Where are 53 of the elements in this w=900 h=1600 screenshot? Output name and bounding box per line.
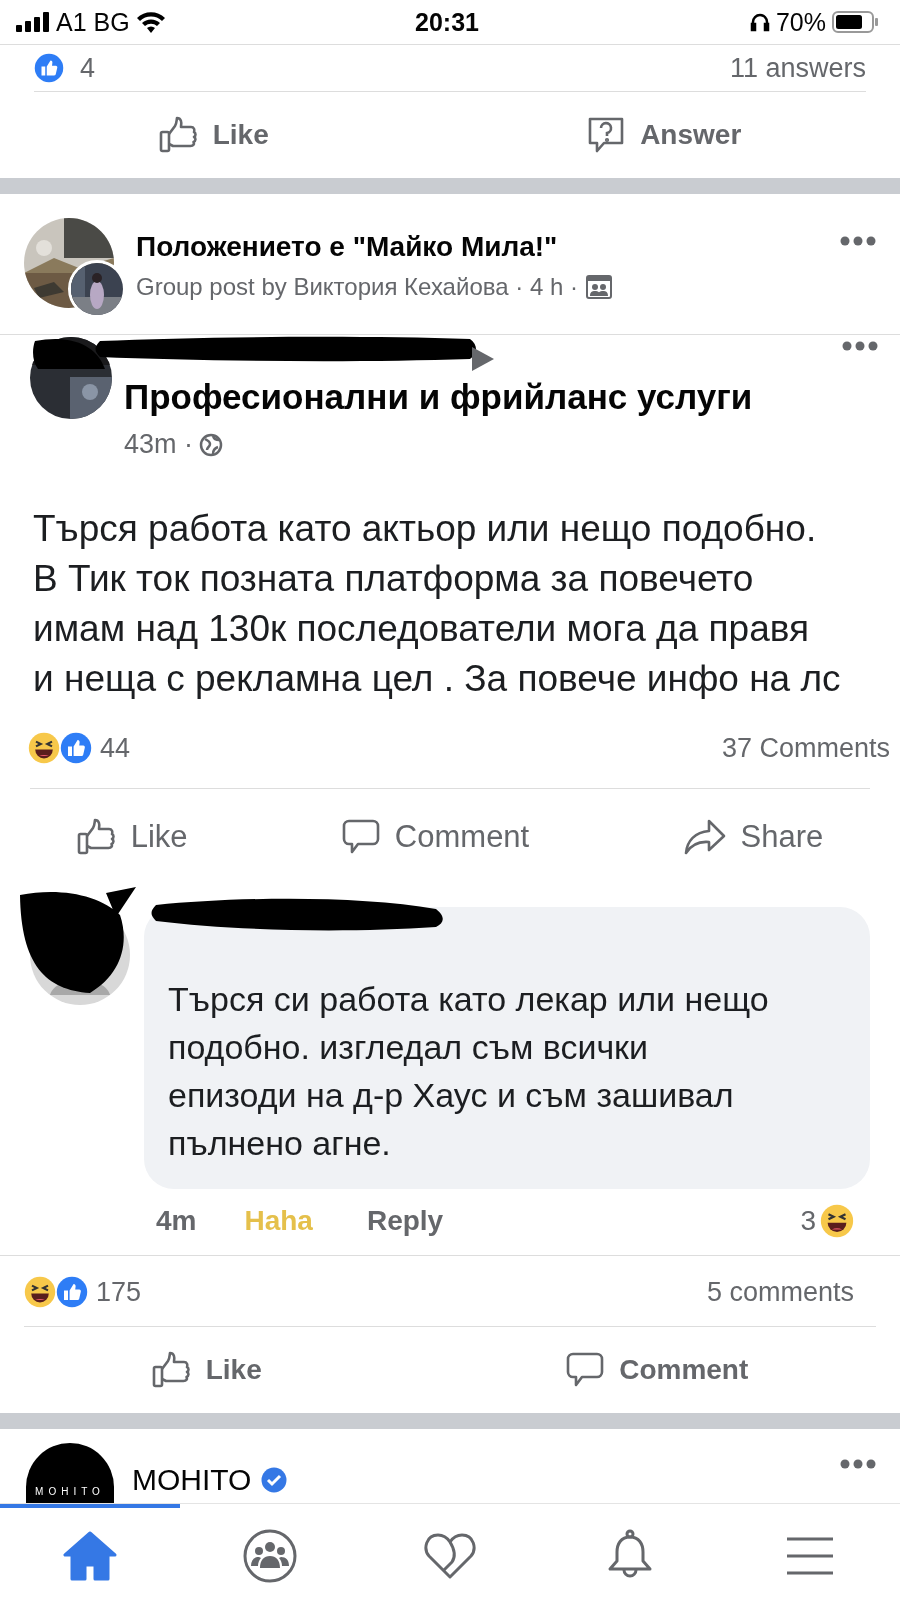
like-button[interactable]: Like xyxy=(70,814,194,860)
home-icon xyxy=(63,1531,117,1581)
like-button[interactable]: Like xyxy=(145,1347,268,1393)
answer-button[interactable]: Answer xyxy=(580,111,748,159)
group-name[interactable]: Положението е "Майко Мила!" xyxy=(136,231,612,263)
page-logo: MOHITO xyxy=(26,1443,114,1503)
battery-percent: 70% xyxy=(775,7,826,37)
post-byline: Group post by Виктория Кехайова · 4 h · xyxy=(136,273,578,301)
comment-text: Търся си работа като лекар или нещо подобно. изгледал съм всички епизоди на д-р Хаус и съм зашивал пълнено агне. xyxy=(144,907,870,1189)
carrier-name: A1 BG xyxy=(56,7,130,37)
clock-time: 20:31 xyxy=(415,7,479,37)
post-time: 43m · xyxy=(124,429,194,460)
thumbs-up-icon xyxy=(56,1276,88,1308)
more-options-icon[interactable] xyxy=(840,1459,876,1469)
comments-count[interactable]: 5 comments xyxy=(706,1276,854,1308)
reaction-count: 3 xyxy=(800,1205,816,1237)
laughing-emoji-icon xyxy=(820,1204,854,1238)
thumbs-up-icon xyxy=(151,1351,192,1389)
battery-icon xyxy=(832,11,878,33)
menu-icon xyxy=(785,1536,835,1576)
share-button[interactable]: Share xyxy=(676,814,830,860)
reply-button[interactable]: Reply xyxy=(360,1201,450,1241)
reaction-count: 4 xyxy=(80,52,96,84)
comment-button[interactable]: Comment xyxy=(334,814,536,860)
thumbs-up-icon xyxy=(34,53,64,83)
page-name[interactable]: MOHITO xyxy=(132,1463,252,1497)
reaction-count: 44 xyxy=(100,732,131,764)
laughing-emoji-icon xyxy=(24,1276,56,1308)
comment-time: 4m xyxy=(156,1205,197,1237)
post-text: Търся работа като актьор или нещо подобно. В Тик ток позната платформа за повечето имам над 130к последователи мога да правя и неща с рекламна цел . За повече инфо на лс xyxy=(32,507,842,701)
groups-icon xyxy=(242,1528,298,1584)
caret-right-icon xyxy=(470,345,496,373)
more-options-icon[interactable] xyxy=(840,236,876,246)
reaction-count: 175 xyxy=(96,1276,142,1308)
answers-count[interactable]: 11 answers xyxy=(729,52,866,84)
group-icon xyxy=(585,275,612,299)
speech-bubble-icon xyxy=(565,1351,606,1389)
wifi-icon xyxy=(135,11,166,33)
heart-icon xyxy=(423,1531,477,1581)
comment-button[interactable]: Comment xyxy=(559,1347,755,1393)
globe-icon xyxy=(199,432,224,457)
speech-bubble-icon xyxy=(340,818,381,856)
thumbs-up-icon xyxy=(60,732,92,764)
share-arrow-icon xyxy=(682,818,727,856)
more-options-icon[interactable] xyxy=(842,341,878,351)
laughing-emoji-icon xyxy=(28,732,60,764)
like-button[interactable]: Like xyxy=(152,112,275,158)
comments-count[interactable]: 37 Comments xyxy=(721,732,890,764)
headphones-icon xyxy=(749,12,770,32)
group-name[interactable]: Професионални и фрийланс услуги xyxy=(124,377,753,417)
signal-icon xyxy=(16,12,50,32)
thumbs-up-icon xyxy=(76,818,117,856)
thumbs-up-icon xyxy=(158,116,199,154)
